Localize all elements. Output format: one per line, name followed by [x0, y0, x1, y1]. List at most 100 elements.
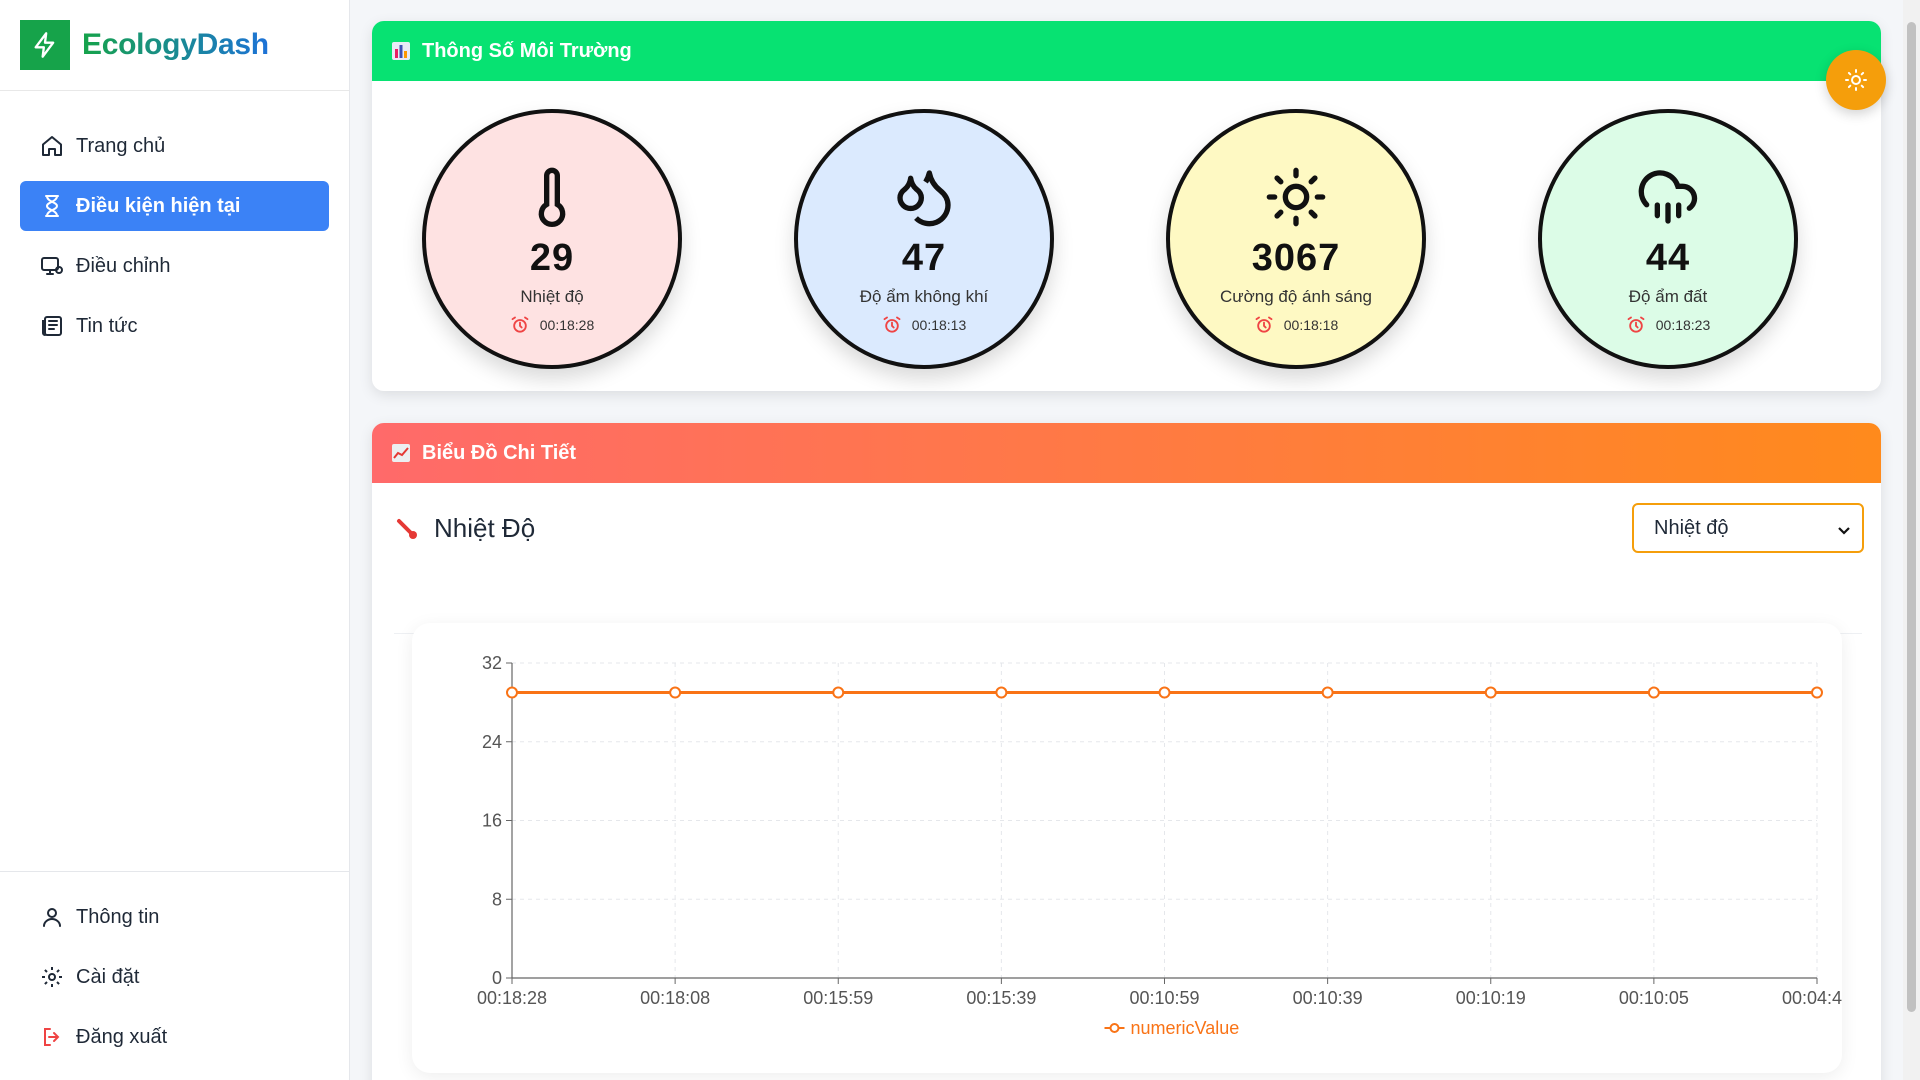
gauge-timestamp: 00:18:13: [882, 315, 967, 335]
scrollbar-thumb[interactable]: [1907, 22, 1916, 1012]
sidebar-item-label: Thông tin: [76, 905, 160, 928]
data-point: [995, 686, 1008, 699]
alarm-clock-icon: [883, 316, 901, 333]
y-tick-label: 32: [482, 653, 502, 673]
gauge-time: 00:18:13: [911, 317, 967, 333]
metric-select[interactable]: Nhiệt độ: [1632, 503, 1864, 553]
sidebar-footer: Thông tin Cài đặt Đăng xuất: [0, 871, 350, 1080]
sun-icon: [1845, 69, 1867, 91]
gauge-value: 47: [901, 237, 947, 279]
hourglass-icon: [45, 195, 59, 217]
newspaper-icon: [42, 316, 62, 336]
line-chart-svg: 0 8 16 24 32 00:18:28 00:18:08 00:15:59 00:15:39…: [477, 653, 1842, 1038]
thermometer-icon: [538, 167, 566, 227]
chart-card: Biểu Đồ Chi Tiết Nhiệt Độ Nhiệt độ 0 8 16 2…: [372, 423, 1881, 1080]
page-scrollbar[interactable]: [1903, 0, 1920, 1080]
gauge-temperature[interactable]: 29 Nhiệt độ 00:18:28: [422, 109, 682, 369]
gauge-time: 00:18:28: [539, 317, 595, 333]
data-point: [1321, 686, 1334, 699]
gauge-label: Độ ẩm không khí: [859, 287, 989, 306]
alarm-clock-icon: [1255, 316, 1273, 333]
x-tick-label: 00:10:05: [1619, 988, 1689, 1008]
gauge-soil-moisture[interactable]: 44 Độ ẩm đất 00:18:23: [1538, 109, 1798, 369]
sidebar-item-label: Điều chỉnh: [76, 254, 171, 277]
data-point: [832, 686, 845, 699]
theme-toggle-button[interactable]: [1826, 50, 1886, 110]
sidebar-item-label: Đăng xuất: [76, 1025, 168, 1048]
bar-chart-icon: [390, 40, 412, 62]
data-point: [1484, 686, 1497, 699]
sidebar: EcologyDash Trang chủ Điều kiện hiện tại…: [0, 0, 350, 1080]
x-tick-label: 00:15:59: [803, 988, 873, 1008]
x-tick-label: 00:18:28: [477, 988, 547, 1008]
sun-icon: [1266, 167, 1326, 227]
legend-marker: [1109, 1023, 1120, 1033]
sidebar-item-settings[interactable]: Cài đặt: [20, 952, 330, 1002]
chart-toolbar: Nhiệt Độ Nhiệt độ: [372, 483, 1881, 634]
y-tick-label: 16: [482, 811, 502, 831]
chart-subtitle: Nhiệt Độ: [394, 513, 535, 544]
x-tick-label: 00:18:08: [640, 988, 710, 1008]
sidebar-item-label: Điều kiện hiện tại: [76, 194, 241, 217]
gauge-label: Nhiệt độ: [520, 287, 584, 306]
x-tick-label: 00:10:19: [1456, 988, 1526, 1008]
y-tick-label: 0: [492, 968, 502, 988]
gauge-light-intensity[interactable]: 3067 Cường độ ánh sáng 00:18:18: [1166, 109, 1426, 369]
droplets-icon: [897, 170, 951, 227]
data-point: [1647, 686, 1660, 699]
brand-name: EcologyDash: [82, 28, 269, 61]
sidebar-item-adjust[interactable]: Điều chỉnh: [20, 241, 329, 291]
data-point: [1811, 686, 1823, 699]
gauge-label: Độ ẩm đất: [1628, 287, 1708, 306]
chevron-down-icon: [1838, 527, 1850, 535]
data-point: [506, 686, 518, 699]
gauge-timestamp: 00:18:23: [1626, 315, 1711, 335]
monitor-settings-icon: [41, 257, 63, 275]
x-tick-label: 00:04:40: [1782, 988, 1842, 1008]
y-tick-label: 24: [482, 732, 502, 752]
gauge-time: 00:18:18: [1283, 317, 1339, 333]
legend-label: numericValue: [1131, 1018, 1240, 1038]
gauge-timestamp: 00:18:18: [1254, 315, 1339, 335]
gauge-value: 29: [529, 237, 575, 279]
sidebar-item-label: Tin tức: [76, 314, 138, 337]
chart-card-title: Biểu Đồ Chi Tiết: [422, 441, 577, 464]
brand[interactable]: EcologyDash: [0, 0, 349, 91]
gauge-timestamp: 00:18:28: [510, 315, 595, 335]
alarm-clock-icon: [1627, 316, 1645, 333]
gauge-value: 3067: [1251, 237, 1341, 279]
thermometer-icon: [397, 518, 417, 539]
x-tick-label: 00:10:39: [1293, 988, 1363, 1008]
sidebar-item-label: Cài đặt: [76, 965, 140, 988]
data-point: [669, 686, 682, 699]
sidebar-item-profile[interactable]: Thông tin: [20, 892, 330, 942]
sidebar-item-label: Trang chủ: [76, 134, 166, 157]
x-tick-label: 00:15:39: [966, 988, 1036, 1008]
gear-icon: [42, 967, 62, 987]
sidebar-item-news[interactable]: Tin tức: [20, 301, 329, 351]
user-icon: [43, 908, 61, 927]
y-tick-label: 8: [492, 889, 502, 909]
gauge-air-humidity[interactable]: 47 Độ ẩm không khí 00:18:13: [794, 109, 1054, 369]
gauge-label: Cường độ ánh sáng: [1219, 287, 1373, 306]
sidebar-item-logout[interactable]: Đăng xuất: [20, 1012, 330, 1062]
home-icon: [42, 136, 62, 156]
gauge-time: 00:18:23: [1655, 317, 1711, 333]
metric-select-value: Nhiệt độ: [1654, 516, 1729, 539]
cloud-rain-icon: [1638, 170, 1698, 224]
chart-subtitle-text: Nhiệt Độ: [434, 513, 536, 543]
x-tick-label: 00:10:59: [1129, 988, 1199, 1008]
data-point: [1158, 686, 1171, 699]
sidebar-item-current-conditions[interactable]: Điều kiện hiện tại: [20, 181, 329, 231]
chart-card-header: Biểu Đồ Chi Tiết: [372, 423, 1881, 483]
line-chart-icon: [390, 442, 412, 464]
sidebar-item-home[interactable]: Trang chủ: [20, 121, 329, 171]
line-chart: 0 8 16 24 32 00:18:28 00:18:08 00:15:59 00:15:39…: [412, 623, 1842, 1073]
gauge-value: 44: [1645, 237, 1691, 279]
environment-card: Thông Số Môi Trường 29 Nhiệt độ 00:18:28…: [372, 21, 1881, 391]
environment-card-title: Thông Số Môi Trường: [422, 39, 632, 62]
main-nav: Trang chủ Điều kiện hiện tại Điều chỉnh …: [0, 91, 349, 351]
alarm-clock-icon: [511, 316, 529, 333]
logout-icon: [44, 1028, 60, 1046]
bolt-icon: [20, 20, 70, 70]
